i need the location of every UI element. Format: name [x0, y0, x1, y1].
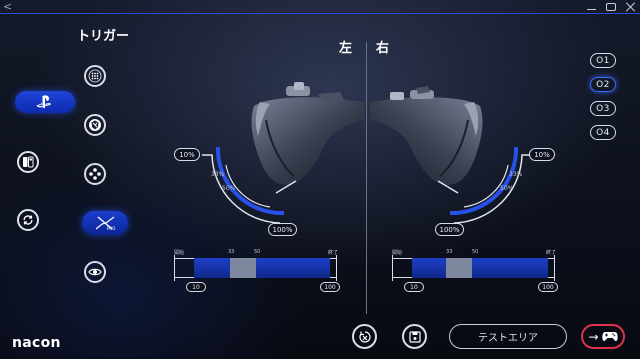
left-side-label: 左 [339, 41, 353, 56]
dots-grid-icon [88, 69, 102, 83]
svg-text:PRO: PRO [107, 226, 115, 231]
range-tick-33: 33 [228, 249, 235, 255]
title-bar: < [0, 0, 640, 14]
reset-icon [358, 330, 371, 343]
range-end-cap [554, 255, 555, 281]
range-start-label: 開始 [392, 250, 403, 256]
left-50-label: 50% [222, 185, 236, 192]
range-end-label: 終了 [328, 250, 339, 256]
range-min-value[interactable]: 10 [404, 282, 424, 292]
mode-shield-button[interactable] [84, 114, 106, 136]
range-tick-50: 50 [472, 249, 479, 255]
range-tick-33: 33 [446, 249, 453, 255]
range-deadzone [446, 258, 472, 278]
reset-button[interactable] [352, 324, 377, 349]
range-deadzone [230, 258, 256, 278]
right-side-label: 右 [376, 41, 390, 56]
nacon-logo: nacon [12, 335, 61, 351]
left-33-label: 33% [211, 171, 225, 178]
mode-trigger-curve-button[interactable]: PRO [82, 211, 128, 235]
range-end-label: 終了 [546, 250, 557, 256]
right-trigger-arc [437, 146, 532, 224]
next-button[interactable]: → [581, 324, 625, 349]
range-max-value[interactable]: 100 [538, 282, 558, 292]
range-end-cap [336, 255, 337, 281]
left-trigger-arc [202, 146, 297, 224]
eye-icon [88, 268, 102, 276]
buttons-icon [89, 168, 101, 180]
profile-button-2[interactable]: O2 [590, 77, 616, 92]
trigger-curve-icon: PRO [95, 216, 115, 231]
app-window: < トリガー PRO 左 右 10% 33% 50% 100% 10% 33% … [0, 0, 640, 359]
right-bottom-badge[interactable]: 100% [435, 223, 464, 236]
range-track [412, 258, 548, 278]
controller-layout-icon [23, 156, 34, 168]
range-start-cap [174, 255, 175, 281]
right-50-label: 50% [500, 185, 514, 192]
range-track [194, 258, 330, 278]
nav-playstation-button[interactable] [15, 91, 75, 113]
mode-buttons-button[interactable] [84, 163, 106, 185]
left-top-badge[interactable]: 10% [174, 148, 200, 161]
save-icon [408, 330, 421, 343]
profile-button-3[interactable]: O3 [590, 101, 616, 116]
shield-icon [89, 119, 101, 131]
profile-button-4[interactable]: O4 [590, 125, 616, 140]
back-icon[interactable]: < [3, 0, 12, 13]
maximize-icon[interactable] [606, 3, 616, 11]
save-button[interactable] [402, 324, 427, 349]
window-controls [587, 2, 636, 12]
test-area-button[interactable]: テストエリア [449, 324, 567, 349]
left-range-slider[interactable]: 開始 33 50 終了 10 100 [174, 247, 344, 293]
range-min-value[interactable]: 10 [186, 282, 206, 292]
nav-refresh-button[interactable] [17, 209, 39, 231]
gamepad-icon [601, 332, 618, 341]
refresh-icon [23, 215, 33, 225]
section-title: トリガー [77, 29, 130, 44]
profile-button-1[interactable]: O1 [590, 53, 616, 68]
close-icon[interactable] [626, 2, 636, 12]
range-tick-50: 50 [254, 249, 261, 255]
range-max-value[interactable]: 100 [320, 282, 340, 292]
arrow-right-icon: → [588, 329, 599, 344]
nav-controller-layout-button[interactable] [17, 151, 39, 173]
left-bottom-badge[interactable]: 100% [268, 223, 297, 236]
range-start-cap [392, 255, 393, 281]
playstation-icon [36, 95, 52, 109]
right-top-badge[interactable]: 10% [529, 148, 555, 161]
mode-dots-button[interactable] [84, 65, 106, 87]
center-divider [366, 42, 367, 314]
mode-eye-button[interactable] [84, 261, 106, 283]
right-range-slider[interactable]: 開始 33 50 終了 10 100 [392, 247, 562, 293]
right-33-label: 33% [509, 171, 523, 178]
range-start-label: 開始 [174, 250, 185, 256]
minimize-icon[interactable] [587, 9, 596, 10]
